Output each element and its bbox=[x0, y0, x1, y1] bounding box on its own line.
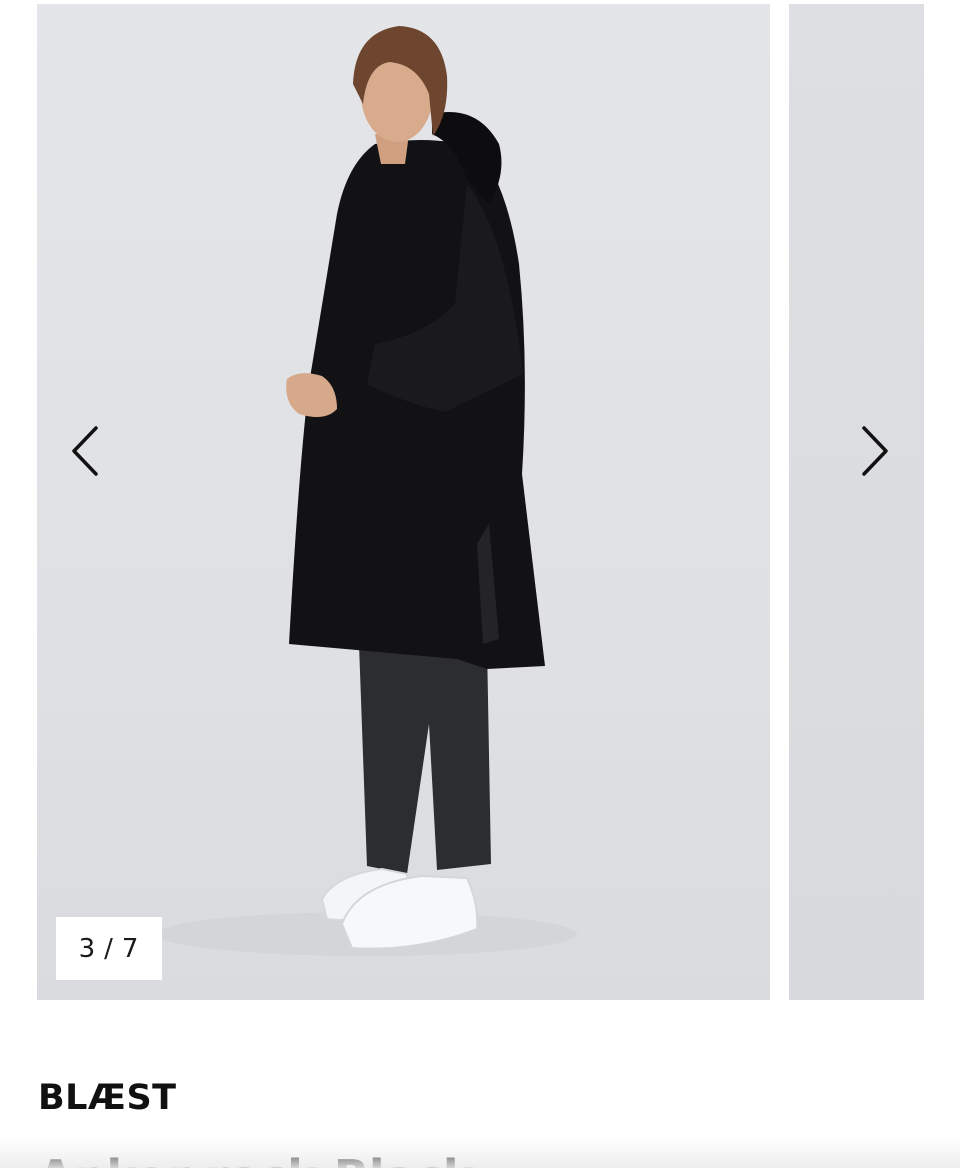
image-gallery[interactable]: 3 / 7 bbox=[0, 0, 960, 1000]
brand-name[interactable]: BLÆST bbox=[38, 1078, 177, 1118]
gallery-total-count: 7 bbox=[121, 933, 140, 964]
product-title: Anker rock Black bbox=[38, 1150, 474, 1168]
gallery-next-button[interactable] bbox=[844, 421, 904, 481]
chevron-right-icon bbox=[862, 426, 888, 476]
chevron-left-icon bbox=[72, 426, 98, 476]
gallery-prev-button[interactable] bbox=[56, 421, 116, 481]
gallery-slide-next-peek[interactable] bbox=[789, 4, 924, 1000]
gallery-slide-current[interactable] bbox=[37, 4, 770, 1000]
product-page: 3 / 7 BLÆST Anker rock Black bbox=[0, 0, 960, 1168]
product-photo bbox=[157, 26, 577, 956]
gallery-current-index: 3 bbox=[78, 933, 97, 964]
gallery-counter-separator: / bbox=[104, 933, 114, 964]
gallery-counter: 3 / 7 bbox=[56, 917, 162, 980]
